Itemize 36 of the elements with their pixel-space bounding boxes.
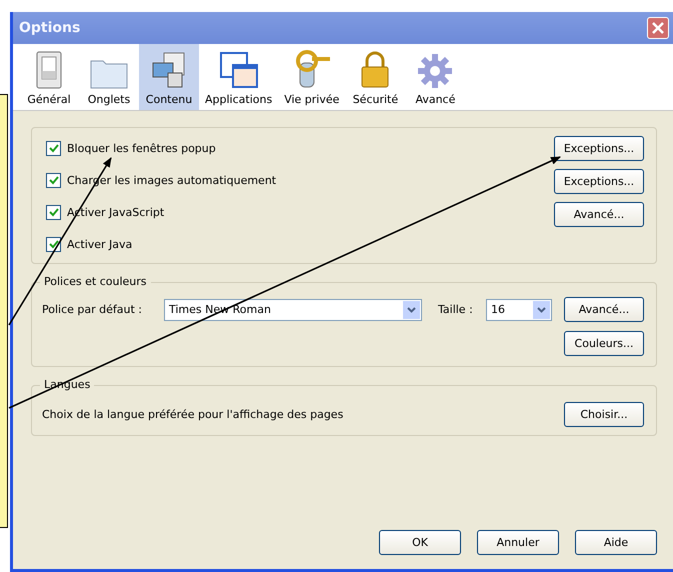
toolbar-tab[interactable]: Applications (199, 44, 278, 110)
size-select[interactable]: 16 (486, 298, 552, 320)
colors-button[interactable]: Couleurs... (564, 331, 644, 356)
close-icon (652, 22, 664, 34)
language-description: Choix de la langue préférée pour l'affichage des pages (42, 408, 344, 421)
checkbox[interactable] (46, 236, 61, 252)
toolbar-tab[interactable]: Onglets (79, 44, 139, 110)
checkbox[interactable] (46, 140, 61, 156)
checkbox[interactable] (46, 204, 61, 220)
dialog-button[interactable]: Annuler (477, 530, 559, 555)
dropdown-caret-icon (533, 300, 550, 318)
dialog-button[interactable]: OK (379, 530, 461, 555)
padlock-icon (359, 51, 392, 89)
checkbox-label: Bloquer les fenêtres popup (67, 142, 216, 154)
advanced-button[interactable]: Avancé... (564, 297, 644, 322)
field-label: Taille : (438, 303, 474, 316)
dialog-button[interactable]: Aide (575, 530, 657, 555)
options-button[interactable]: Exceptions... (554, 169, 644, 194)
group-legend: Polices et couleurs (40, 275, 151, 288)
toolbar-tab[interactable]: Avancé (405, 44, 466, 110)
checkbox-label: Activer Java (67, 238, 132, 250)
options-button[interactable]: Exceptions... (554, 136, 644, 161)
choose-button[interactable]: Choisir... (564, 402, 644, 427)
checkbox[interactable] (46, 172, 61, 188)
dropdown-caret-icon (403, 300, 420, 318)
toolbar-tab[interactable]: Général (19, 44, 79, 110)
toolbar-tab[interactable]: Vie privée (278, 44, 346, 110)
close-button[interactable] (647, 17, 669, 39)
gear-icon (417, 53, 454, 89)
switch-icon (36, 51, 62, 89)
field-label: Police par défaut : (42, 303, 143, 316)
options-button[interactable]: Avancé... (554, 202, 644, 227)
toolbar-tab[interactable]: Contenu (139, 44, 199, 110)
window-title: Options (19, 20, 80, 36)
toolbar-tab[interactable]: Sécurité (345, 44, 406, 110)
windows-icon (218, 51, 259, 89)
